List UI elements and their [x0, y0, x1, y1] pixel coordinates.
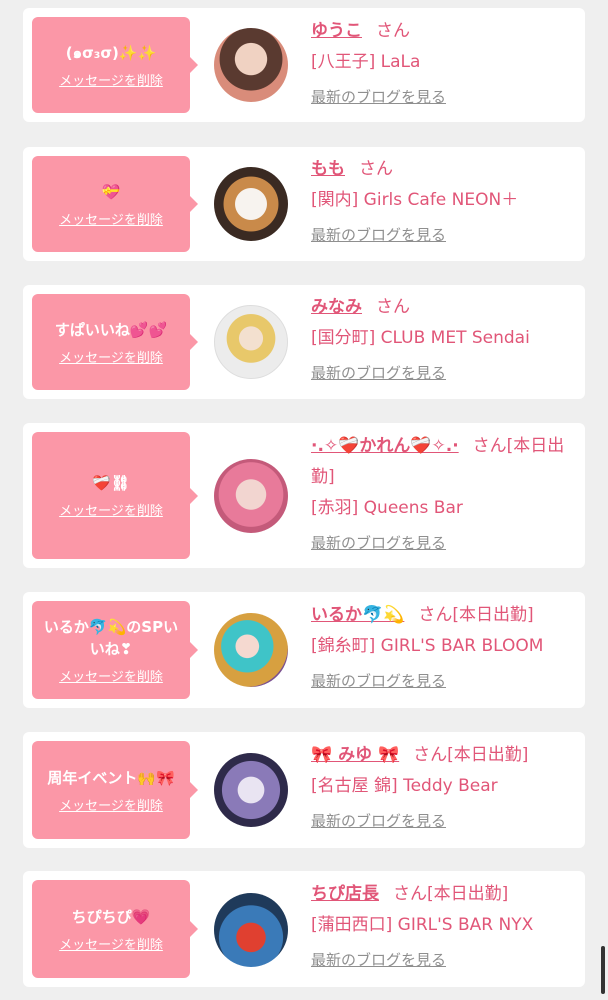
delete-message-link[interactable]: メッセージを削除 [59, 795, 163, 814]
blog-link[interactable]: 最新のブログを見る [311, 359, 446, 387]
message-text: すぱいいね💕💕 [54, 320, 168, 339]
delete-message-link[interactable]: メッセージを削除 [59, 70, 163, 89]
avatar[interactable] [214, 305, 288, 379]
avatar[interactable] [214, 28, 288, 102]
profile-info: みなみ さん [国分町] CLUB MET Sendai 最新のブログを見る [311, 292, 571, 387]
shop-label: [錦糸町] GIRL'S BAR BLOOM [311, 636, 544, 656]
delete-message-link[interactable]: メッセージを削除 [59, 934, 163, 953]
favorite-card: ちぴちぴ💗 メッセージを削除 ちぴ店長 さん[本日出勤] [蒲田西口] GIRL'… [23, 871, 585, 987]
message-bubble: (๑σ₃σ)✨✨ メッセージを削除 [32, 17, 198, 113]
message-bubble: ❤️‍🩹⛓ メッセージを削除 [32, 432, 198, 559]
message-bubble: ちぴちぴ💗 メッセージを削除 [32, 880, 198, 978]
message-text: ❤️‍🩹⛓ [92, 474, 130, 492]
avatar[interactable] [214, 167, 288, 241]
message-bubble: いるか🐬💫のSPいいね❣ メッセージを削除 [32, 601, 198, 699]
message-bubble: 💝 メッセージを削除 [32, 156, 198, 252]
cast-name-link[interactable]: ·.✧❤️‍🩹かれん❤️‍🩹✧.· [311, 436, 459, 456]
blog-link[interactable]: 最新のブログを見る [311, 83, 446, 111]
shop-label: [蒲田西口] GIRL'S BAR NYX [311, 915, 534, 935]
avatar[interactable] [214, 613, 288, 687]
cast-name-link[interactable]: ゆうこ [311, 21, 362, 41]
delete-message-link[interactable]: メッセージを削除 [59, 500, 163, 519]
name-suffix: さん [376, 297, 410, 317]
favorite-card: すぱいいね💕💕 メッセージを削除 みなみ さん [国分町] CLUB MET Se… [23, 285, 585, 399]
blog-link[interactable]: 最新のブログを見る [311, 946, 446, 974]
avatar[interactable] [214, 459, 288, 533]
message-text: いるか🐬💫のSPいいね❣ [43, 617, 179, 658]
cast-name-link[interactable]: もも [311, 159, 345, 179]
shop-label: [国分町] CLUB MET Sendai [311, 328, 530, 348]
scrollbar[interactable] [601, 946, 605, 994]
message-text: 💝 [101, 182, 121, 201]
favorite-card: ❤️‍🩹⛓ メッセージを削除 ·.✧❤️‍🩹かれん❤️‍🩹✧.· さん[本日出勤]… [23, 423, 585, 568]
blog-link[interactable]: 最新のブログを見る [311, 807, 446, 835]
blog-link[interactable]: 最新のブログを見る [311, 221, 446, 249]
profile-info: ·.✧❤️‍🩹かれん❤️‍🩹✧.· さん[本日出勤] [赤羽] Queens Ba… [311, 431, 571, 557]
favorite-card: 周年イベント🙌🎀 メッセージを削除 🎀 みゆ 🎀 さん[本日出勤] [名古屋 錦]… [23, 732, 585, 848]
profile-info: もも さん [関内] Girls Cafe NEON＋ 最新のブログを見る [311, 154, 571, 249]
avatar[interactable] [214, 753, 288, 827]
shop-label: [八王子] LaLa [311, 52, 421, 72]
name-suffix: さん[本日出勤] [413, 745, 529, 765]
profile-info: ちぴ店長 さん[本日出勤] [蒲田西口] GIRL'S BAR NYX 最新のブロ… [311, 879, 571, 974]
delete-message-link[interactable]: メッセージを削除 [59, 347, 163, 366]
message-bubble: すぱいいね💕💕 メッセージを削除 [32, 294, 198, 390]
profile-info: 🎀 みゆ 🎀 さん[本日出勤] [名古屋 錦] Teddy Bear 最新のブログ… [311, 740, 571, 835]
message-text: 周年イベント🙌🎀 [47, 768, 175, 787]
cast-name-link[interactable]: 🎀 みゆ 🎀 [311, 745, 399, 765]
blog-link[interactable]: 最新のブログを見る [311, 667, 446, 695]
name-suffix: さん [359, 159, 393, 179]
profile-info: ゆうこ さん [八王子] LaLa 最新のブログを見る [311, 16, 571, 111]
profile-info: いるか🐬💫 さん[本日出勤] [錦糸町] GIRL'S BAR BLOOM 最新の… [311, 600, 571, 695]
message-text: (๑σ₃σ)✨✨ [65, 43, 157, 62]
message-bubble: 周年イベント🙌🎀 メッセージを削除 [32, 741, 198, 839]
shop-label: [名古屋 錦] Teddy Bear [311, 776, 498, 796]
message-text: ちぴちぴ💗 [71, 907, 151, 926]
avatar[interactable] [214, 893, 288, 967]
blog-link[interactable]: 最新のブログを見る [311, 529, 446, 557]
name-suffix: さん[本日出勤] [393, 884, 509, 904]
delete-message-link[interactable]: メッセージを削除 [59, 666, 163, 685]
shop-label: [関内] Girls Cafe NEON＋ [311, 190, 519, 210]
shop-label: [赤羽] Queens Bar [311, 498, 463, 518]
delete-message-link[interactable]: メッセージを削除 [59, 209, 163, 228]
name-suffix: さん [376, 21, 410, 41]
name-suffix: さん[本日出勤] [418, 605, 534, 625]
cast-name-link[interactable]: いるか🐬💫 [311, 605, 404, 625]
cast-name-link[interactable]: ちぴ店長 [311, 884, 379, 904]
cast-name-link[interactable]: みなみ [311, 297, 362, 317]
favorite-card: いるか🐬💫のSPいいね❣ メッセージを削除 いるか🐬💫 さん[本日出勤] [錦糸町… [23, 592, 585, 708]
favorite-card: 💝 メッセージを削除 もも さん [関内] Girls Cafe NEON＋ 最新… [23, 147, 585, 261]
favorite-card: (๑σ₃σ)✨✨ メッセージを削除 ゆうこ さん [八王子] LaLa 最新のブロ… [23, 8, 585, 122]
